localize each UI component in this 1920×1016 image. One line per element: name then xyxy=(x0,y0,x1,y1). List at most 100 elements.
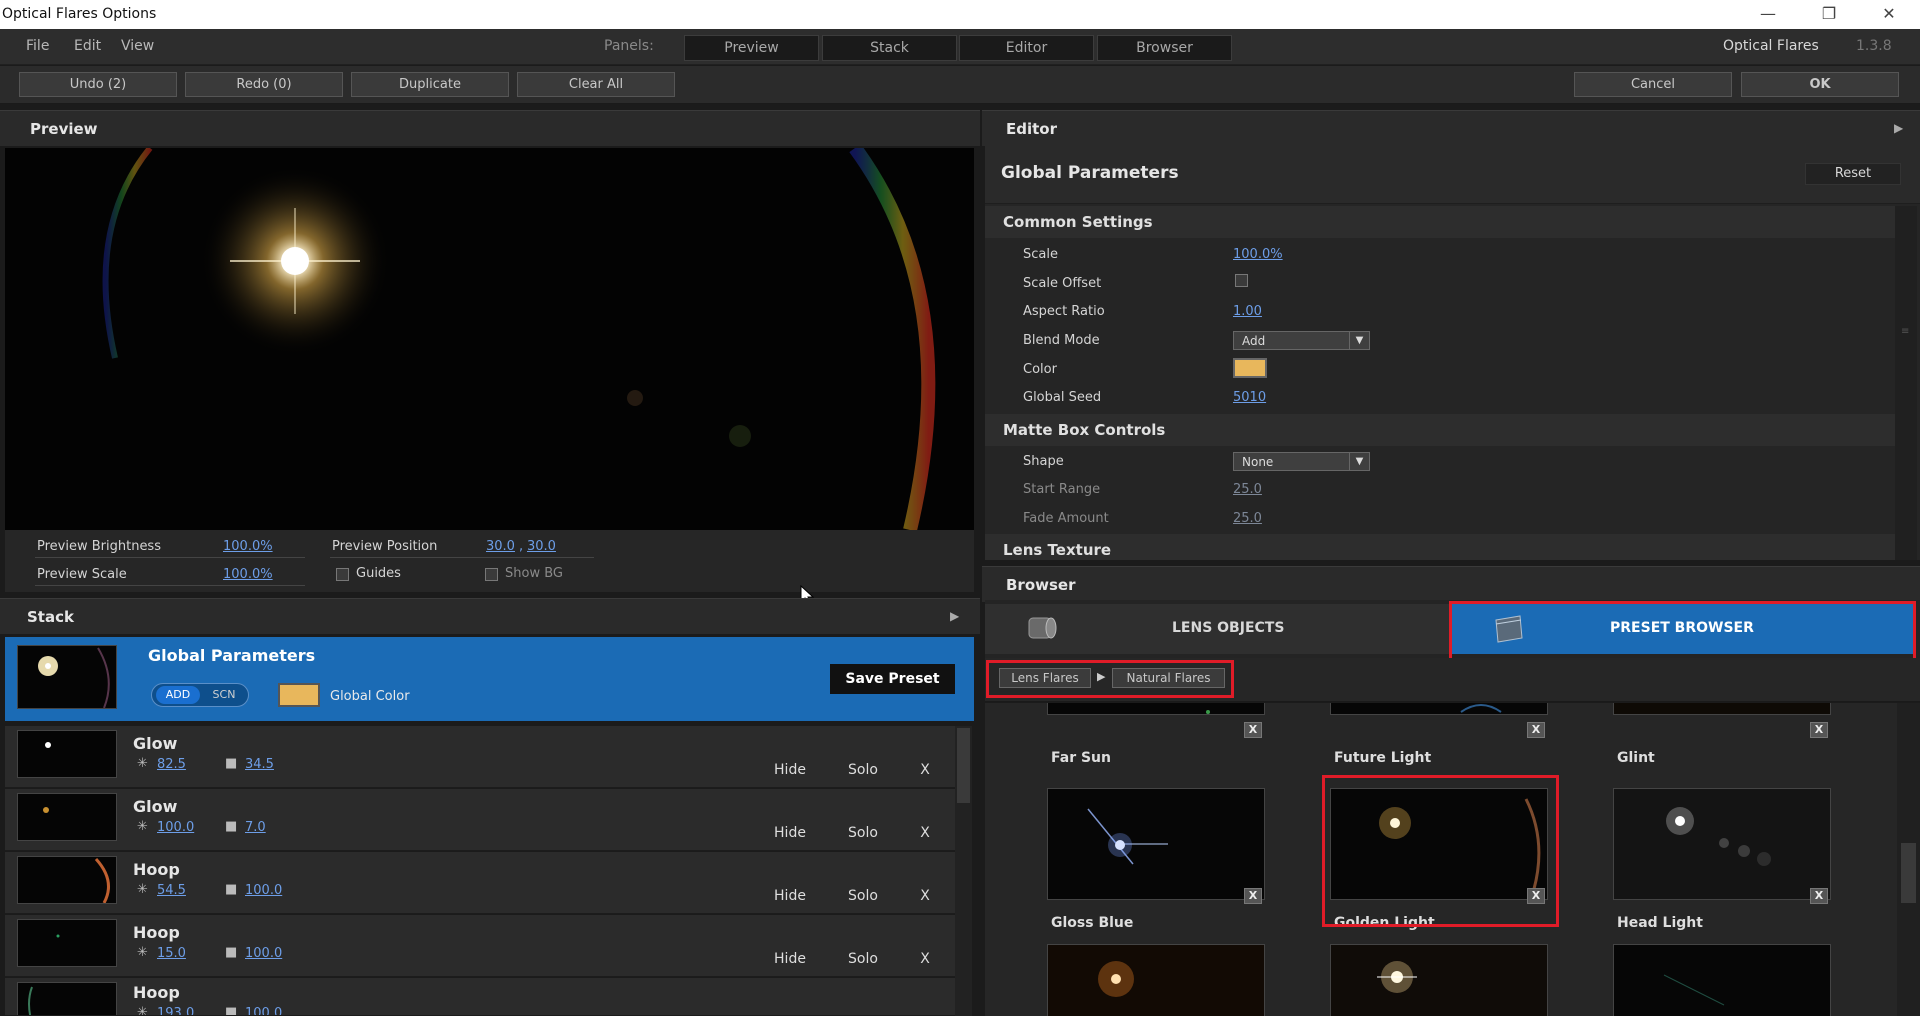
show-bg-checkbox[interactable] xyxy=(485,568,498,581)
expand-arrow-icon[interactable]: ▶ xyxy=(1894,121,1903,135)
preview-canvas[interactable] xyxy=(5,148,974,530)
layer-brightness[interactable]: 100.0 xyxy=(157,820,194,835)
restore-icon[interactable]: ❐ xyxy=(1806,0,1852,29)
layer-scale[interactable]: 100.0 xyxy=(245,883,282,898)
common-settings-section[interactable]: Common Settings xyxy=(985,206,1895,238)
menu-view[interactable]: View xyxy=(121,38,154,54)
menu-file[interactable]: File xyxy=(26,38,49,54)
preset-thumbnail xyxy=(1613,944,1831,1016)
minimize-icon[interactable]: — xyxy=(1745,0,1791,29)
save-preset-button[interactable]: Save Preset xyxy=(830,664,955,694)
ok-button[interactable]: OK xyxy=(1741,72,1899,97)
preview-scale-value[interactable]: 100.0% xyxy=(223,567,273,582)
guides-checkbox[interactable] xyxy=(336,568,349,581)
panel-editor-button[interactable]: Editor xyxy=(959,35,1094,61)
hide-button[interactable]: Hide xyxy=(765,948,815,970)
preview-brightness-label: Preview Brightness xyxy=(37,539,161,554)
layer-brightness[interactable]: 15.0 xyxy=(157,946,186,961)
remove-preset-button[interactable]: X xyxy=(1810,888,1828,904)
layer-scale[interactable]: 34.5 xyxy=(245,757,274,772)
preset-name: Glint xyxy=(1617,750,1655,766)
expand-arrow-icon[interactable]: ▶ xyxy=(950,609,959,623)
stack-row[interactable]: Hoop ✳ 15.0 ■ 100.0 Hide Solo X xyxy=(5,915,955,977)
aspect-ratio-value[interactable]: 1.00 xyxy=(1233,304,1262,319)
solo-button[interactable]: Solo xyxy=(838,759,888,781)
preset-thumbnail xyxy=(1330,944,1548,1016)
browser-panel-header: Browser xyxy=(982,566,1920,602)
layer-scale[interactable]: 7.0 xyxy=(245,820,266,835)
hide-button[interactable]: Hide xyxy=(765,822,815,844)
stack-global-row[interactable]: Global Parameters ADD SCN Global Color S… xyxy=(5,637,974,721)
divider xyxy=(35,557,305,558)
layer-brightness[interactable]: 82.5 xyxy=(157,757,186,772)
solo-button[interactable]: Solo xyxy=(838,948,888,970)
title-bar: Optical Flares Options — ❐ ✕ xyxy=(0,0,1920,29)
reset-button[interactable]: Reset xyxy=(1805,163,1901,185)
stack-row[interactable]: Hoop ✳ 54.5 ■ 100.0 Hide Solo X xyxy=(5,852,955,914)
cancel-button[interactable]: Cancel xyxy=(1574,72,1732,97)
remove-preset-button[interactable]: X xyxy=(1244,888,1262,904)
scale-value[interactable]: 100.0% xyxy=(1233,247,1283,262)
preview-position-y[interactable]: 30.0 xyxy=(527,539,556,554)
hide-button[interactable]: Hide xyxy=(765,885,815,907)
color-swatch[interactable] xyxy=(1233,358,1267,378)
remove-preset-button[interactable]: X xyxy=(1244,722,1262,738)
matte-box-section[interactable]: Matte Box Controls xyxy=(985,414,1895,446)
fade-amount-value[interactable]: 25.0 xyxy=(1233,511,1262,526)
editor-scrollbar[interactable]: ≡ xyxy=(1895,206,1917,560)
preview-brightness-value[interactable]: 100.0% xyxy=(223,539,273,554)
scale-icon: ■ xyxy=(225,819,238,834)
preset-thumbnail xyxy=(1047,944,1265,1016)
layer-thumbnail xyxy=(17,919,117,967)
layer-scale[interactable]: 100.0 xyxy=(245,1006,282,1015)
add-mode-button[interactable]: ADD xyxy=(156,686,200,704)
solo-button[interactable]: Solo xyxy=(838,822,888,844)
stack-title: Stack xyxy=(27,608,74,626)
redo-button[interactable]: Redo (0) xyxy=(185,72,343,97)
undo-button[interactable]: Undo (2) xyxy=(19,72,177,97)
browser-title: Browser xyxy=(1006,576,1076,594)
stack-row[interactable]: Hoop ✳ 193.0 ■ 100.0 xyxy=(5,978,955,1016)
start-range-value[interactable]: 25.0 xyxy=(1233,482,1262,497)
stack-row[interactable]: Glow ✳ 82.5 ■ 34.5 Hide Solo X xyxy=(5,726,955,788)
remove-layer-button[interactable]: X xyxy=(913,759,937,781)
remove-preset-button[interactable]: X xyxy=(1527,722,1545,738)
blend-mode-select[interactable]: Add ▼ xyxy=(1233,331,1370,350)
browser-scrollbar[interactable] xyxy=(1897,703,1920,1016)
stack-scroll-thumb[interactable] xyxy=(957,728,970,803)
layer-brightness[interactable]: 193.0 xyxy=(157,1006,194,1015)
add-scn-toggle[interactable]: ADD SCN xyxy=(151,683,249,707)
remove-layer-button[interactable]: X xyxy=(913,822,937,844)
global-color-swatch[interactable] xyxy=(278,683,320,707)
editor-title: Editor xyxy=(1006,120,1057,138)
lens-objects-label: LENS OBJECTS xyxy=(1172,620,1285,636)
preview-position-x[interactable]: 30.0 xyxy=(486,539,515,554)
remove-preset-button[interactable]: X xyxy=(1810,722,1828,738)
remove-layer-button[interactable]: X xyxy=(913,948,937,970)
app-version: 1.3.8 xyxy=(1856,38,1892,54)
remove-layer-button[interactable]: X xyxy=(913,885,937,907)
solo-button[interactable]: Solo xyxy=(838,885,888,907)
browser-scroll-thumb[interactable] xyxy=(1901,843,1916,903)
layer-brightness[interactable]: 54.5 xyxy=(157,883,186,898)
shape-select[interactable]: None ▼ xyxy=(1233,452,1370,471)
scale-offset-checkbox[interactable] xyxy=(1235,274,1248,287)
panel-preview-button[interactable]: Preview xyxy=(684,35,819,61)
panel-browser-button[interactable]: Browser xyxy=(1097,35,1232,61)
hide-button[interactable]: Hide xyxy=(765,759,815,781)
close-icon[interactable]: ✕ xyxy=(1866,0,1912,29)
menu-edit[interactable]: Edit xyxy=(74,38,101,54)
scn-mode-button[interactable]: SCN xyxy=(202,686,246,704)
stack-row[interactable]: Glow ✳ 100.0 ■ 7.0 Hide Solo X xyxy=(5,789,955,851)
layer-name: Hoop xyxy=(133,860,180,879)
stack-scrollbar[interactable] xyxy=(955,726,972,1016)
layer-scale[interactable]: 100.0 xyxy=(245,946,282,961)
panel-stack-button[interactable]: Stack xyxy=(822,35,957,61)
lens-texture-section[interactable]: Lens Texture xyxy=(985,534,1895,560)
duplicate-button[interactable]: Duplicate xyxy=(351,72,509,97)
global-seed-value[interactable]: 5010 xyxy=(1233,390,1266,405)
clear-all-button[interactable]: Clear All xyxy=(517,72,675,97)
lens-objects-tab[interactable]: LENS OBJECTS xyxy=(985,604,1449,654)
app-name: Optical Flares xyxy=(1723,38,1819,54)
highlight-preset-browser xyxy=(1449,601,1916,662)
